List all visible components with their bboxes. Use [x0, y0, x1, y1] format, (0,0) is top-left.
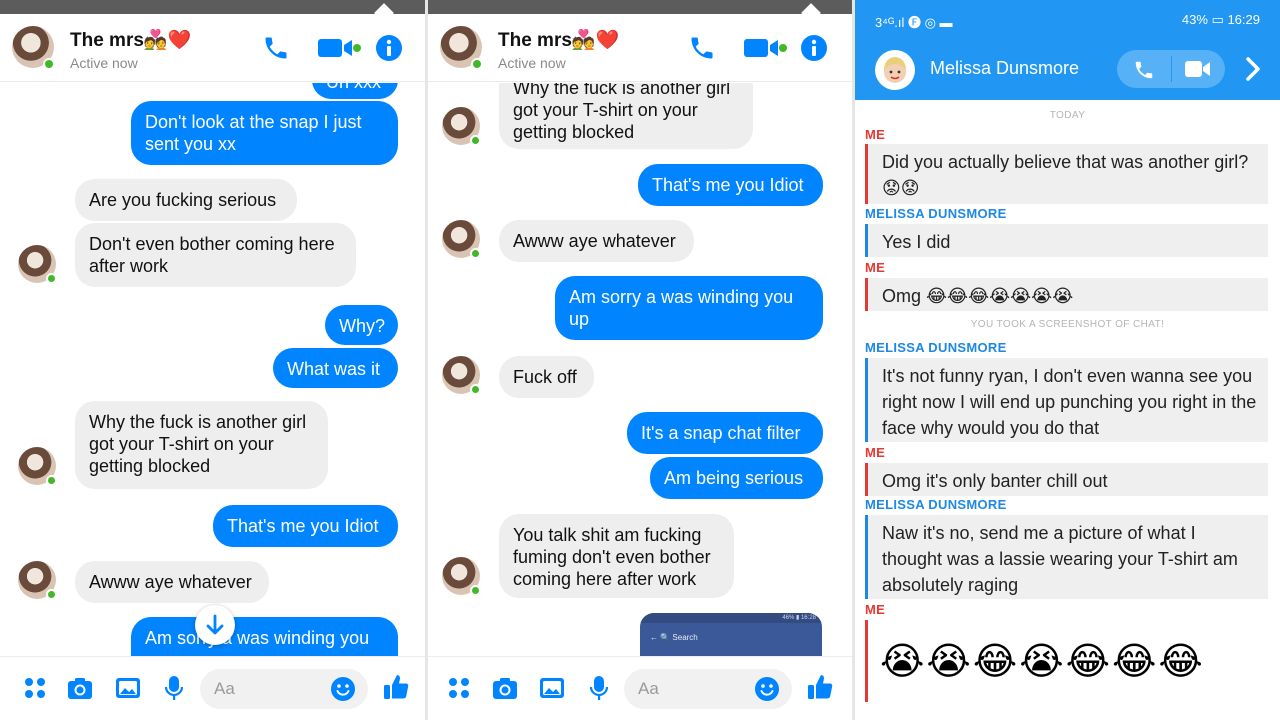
outgoing-message[interactable]: Am being serious	[650, 457, 823, 499]
chat-message[interactable]: Naw it's no, send me a picture of what I…	[865, 515, 1268, 599]
outgoing-message[interactable]: Am sorry a was winding you up	[131, 617, 398, 656]
thumbs-up-icon[interactable]	[806, 673, 834, 701]
message-input[interactable]: Aa	[624, 669, 792, 709]
top-strip	[428, 0, 852, 23]
outgoing-message[interactable]: It's a snap chat filter	[627, 412, 823, 454]
microphone-icon[interactable]	[161, 675, 187, 701]
incoming-message[interactable]: Awww aye whatever	[499, 220, 694, 262]
screenshot-collage: The mrs💑❤️ Active now Uh xxx Don't look …	[0, 0, 1280, 720]
sender-label-her: MELISSA DUNSMORE	[865, 497, 1007, 512]
screenshot-notice: YOU TOOK A SCREENSHOT OF CHAT!	[970, 319, 1165, 330]
emoji-icon[interactable]	[330, 676, 356, 702]
incoming-message[interactable]: Awww aye whatever	[75, 561, 269, 603]
chat-message[interactable]: Did you actually believe that was anothe…	[865, 144, 1268, 204]
messenger-panel-1: The mrs💑❤️ Active now Uh xxx Don't look …	[0, 0, 425, 720]
outgoing-message[interactable]: That's me you Idiot	[213, 505, 398, 547]
video-call-icon[interactable]	[1185, 59, 1211, 79]
contact-avatar-small	[442, 107, 481, 146]
call-actions	[1117, 50, 1225, 88]
contact-name[interactable]: The mrs💑❤️	[498, 28, 619, 52]
outgoing-message[interactable]: Uh xxx	[312, 83, 398, 99]
incoming-message[interactable]: Why the fuck is another girl got your T-…	[75, 401, 328, 489]
sender-label-her: MELISSA DUNSMORE	[865, 340, 1007, 355]
message-thread[interactable]: Uh xxx Don't look at the snap I just sen…	[0, 83, 425, 656]
emoji-icon[interactable]	[754, 676, 780, 702]
active-status: Active now	[498, 55, 566, 71]
top-strip	[0, 0, 425, 23]
snap-chat-thread[interactable]: TODAY ME Did you actually believe that w…	[855, 100, 1280, 720]
apps-grid-icon[interactable]	[446, 675, 472, 701]
incoming-message[interactable]: Why the fuck is another girl got your T-…	[499, 83, 753, 149]
video-call-icon[interactable]	[744, 34, 788, 62]
messenger-panel-2: The mrs💑❤️ Active now Why the fuck is an…	[428, 0, 852, 720]
contact-avatar-small	[442, 557, 481, 596]
chat-header: Melissa Dunsmore	[855, 38, 1280, 100]
status-bar: 3⁴ᴳ.ıl 🅕 ◎ ▬ 43% ▭ 16:29	[855, 0, 1280, 38]
thumbnail-search-text: Search	[672, 633, 698, 642]
phone-icon[interactable]	[688, 34, 716, 62]
chat-message[interactable]: Omg it's only banter chill out	[865, 463, 1268, 496]
snapchat-panel: 3⁴ᴳ.ıl 🅕 ◎ ▬ 43% ▭ 16:29 Melissa Dunsmor…	[855, 0, 1280, 720]
phone-icon[interactable]	[1133, 59, 1155, 81]
contact-avatar-small	[18, 561, 57, 600]
contact-avatar-small	[18, 447, 57, 486]
camera-icon[interactable]	[492, 675, 518, 701]
emoji-message[interactable]: 😭😭😂😭😂😂😂	[865, 620, 1205, 702]
bitmoji-avatar[interactable]	[875, 50, 915, 90]
thumbnail-status-text: 46% ▮ 16:28	[782, 615, 816, 621]
outgoing-message[interactable]: What was it	[273, 348, 398, 388]
online-indicator	[43, 58, 55, 70]
sender-label-her: MELISSA DUNSMORE	[865, 206, 1007, 221]
chat-header: The mrs💑❤️ Active now	[428, 14, 852, 82]
info-icon[interactable]	[800, 34, 828, 62]
incoming-message[interactable]: You talk shit am fucking fuming don't ev…	[499, 514, 734, 598]
outgoing-message[interactable]: That's me you Idiot	[638, 164, 823, 206]
outgoing-message[interactable]: Am sorry a was winding you up	[555, 276, 823, 340]
info-icon[interactable]	[375, 34, 403, 62]
chat-message[interactable]: Yes I did	[865, 224, 1268, 257]
composer-bar: Aa	[0, 656, 425, 720]
contact-avatar-small	[442, 356, 481, 395]
incoming-message[interactable]: Don't even bother coming here after work	[75, 223, 356, 287]
composer-bar: Aa	[428, 656, 852, 720]
message-thread[interactable]: Why the fuck is another girl got your T-…	[428, 83, 852, 656]
outgoing-message[interactable]: Don't look at the snap I just sent you x…	[131, 101, 398, 165]
screenshot-thumbnail[interactable]: 46% ▮ 16:28 ← 🔍 Search	[640, 613, 822, 656]
contact-avatar-small	[442, 220, 481, 259]
incoming-message[interactable]: Fuck off	[499, 356, 594, 398]
sender-label-me: ME	[865, 602, 886, 617]
bitmoji-icon	[884, 57, 906, 83]
microphone-icon[interactable]	[586, 675, 612, 701]
apps-grid-icon[interactable]	[22, 675, 48, 701]
gallery-icon[interactable]	[115, 675, 141, 701]
status-icons: 3⁴ᴳ.ıl 🅕 ◎ ▬	[875, 15, 953, 30]
phone-icon[interactable]	[262, 34, 290, 62]
thumbs-up-icon[interactable]	[382, 673, 410, 701]
contact-avatar-small	[18, 245, 57, 284]
sender-label-me: ME	[865, 260, 886, 275]
message-input-placeholder: Aa	[638, 679, 659, 698]
outgoing-message[interactable]: Why?	[325, 305, 398, 345]
arrow-down-icon	[206, 614, 224, 635]
chevron-right-icon[interactable]	[1245, 56, 1261, 82]
video-call-icon[interactable]	[318, 34, 362, 62]
sender-label-me: ME	[865, 127, 886, 142]
gallery-icon[interactable]	[539, 675, 565, 701]
message-input[interactable]: Aa	[200, 669, 368, 709]
incoming-message[interactable]: Are you fucking serious	[75, 179, 297, 221]
chat-message[interactable]: It's not funny ryan, I don't even wanna …	[865, 358, 1268, 442]
battery-level: 43%	[1181, 12, 1208, 27]
camera-icon[interactable]	[67, 675, 93, 701]
message-input-placeholder: Aa	[214, 679, 235, 698]
chat-header: The mrs💑❤️ Active now	[0, 14, 425, 82]
clock: 16:29	[1227, 12, 1260, 27]
chat-message[interactable]: Omg 😂😂😂😭😭😭😭	[865, 278, 1268, 311]
active-status: Active now	[70, 55, 138, 71]
scroll-to-bottom-button[interactable]	[195, 605, 235, 645]
date-separator: TODAY	[1049, 110, 1086, 121]
online-indicator	[471, 58, 483, 70]
sender-label-me: ME	[865, 445, 886, 460]
contact-name[interactable]: The mrs💑❤️	[70, 28, 191, 52]
contact-name[interactable]: Melissa Dunsmore	[930, 58, 1079, 79]
